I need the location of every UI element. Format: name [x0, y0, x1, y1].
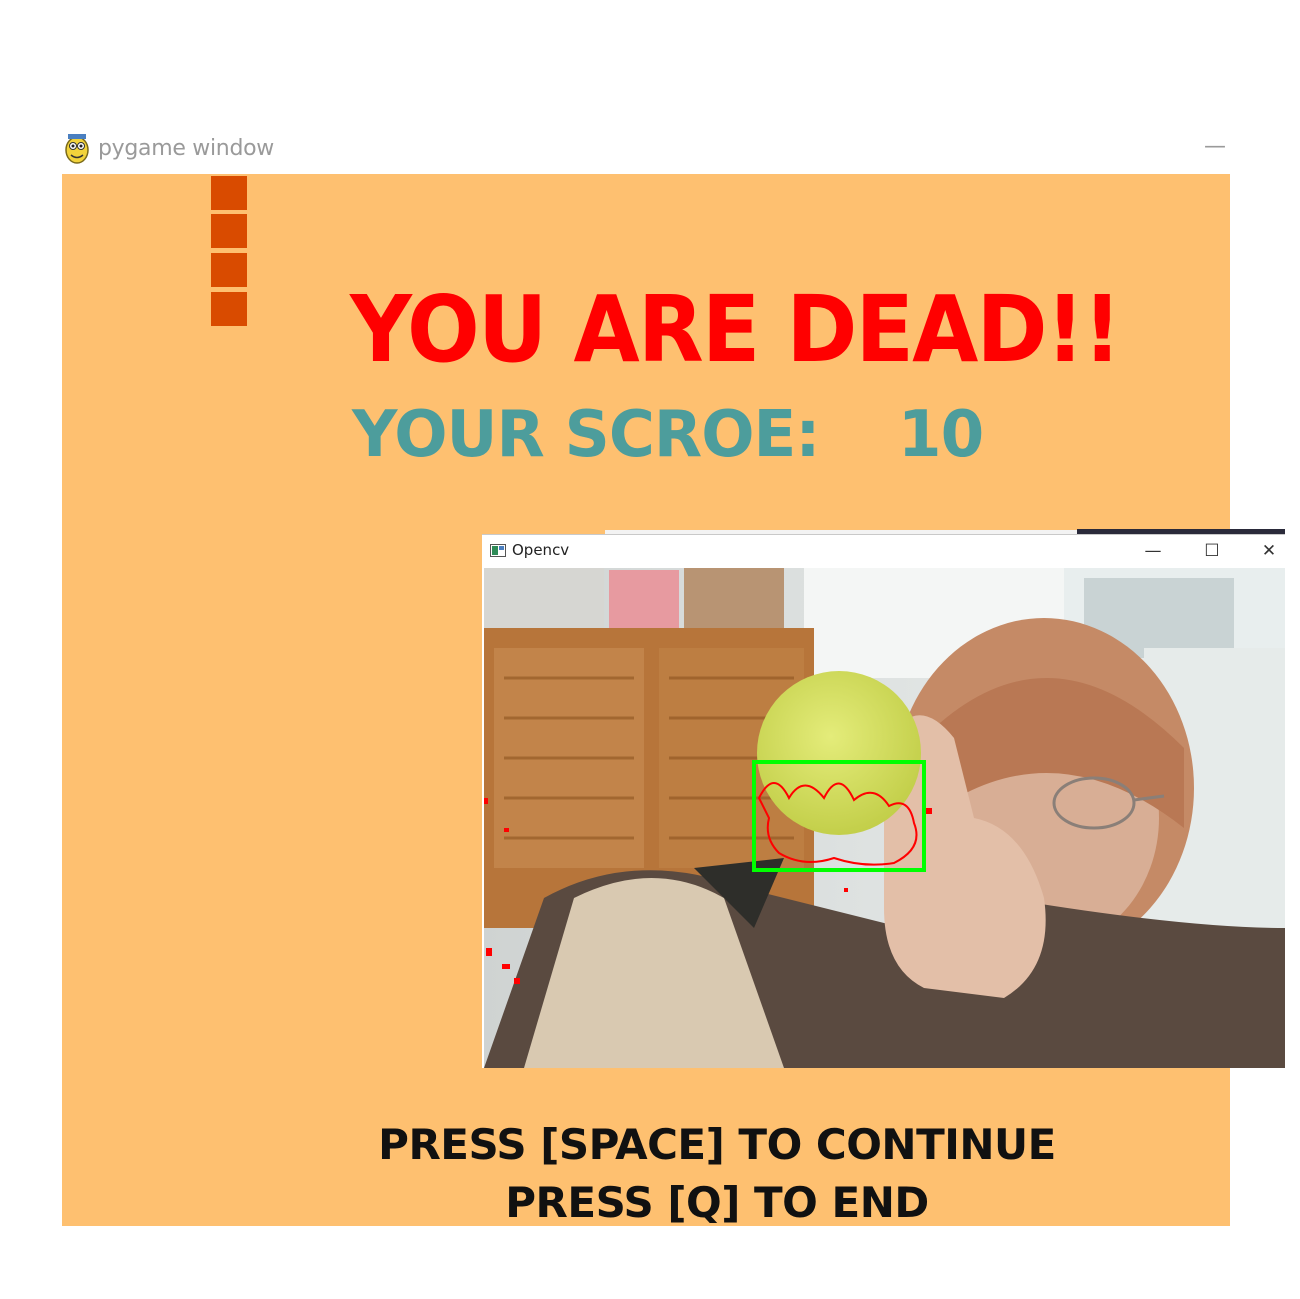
score-value: 10 — [897, 398, 984, 472]
opencv-titlebar[interactable]: Opencv — ☐ ✕ — [482, 535, 1285, 567]
pygame-titlebar[interactable]: pygame window — — [62, 128, 1230, 174]
continue-prompt: PRESS [SPACE] TO CONTINUE — [378, 1120, 1056, 1169]
opencv-minimize-button[interactable]: — — [1130, 537, 1176, 565]
webcam-frame — [484, 568, 1285, 1068]
game-over-message: YOU ARE DEAD!! — [350, 276, 1122, 383]
opencv-window[interactable]: Opencv — ☐ ✕ — [482, 534, 1285, 1068]
pygame-snake-icon — [65, 134, 89, 164]
score-label: YOUR SCROE: — [352, 398, 821, 472]
snake-segment — [211, 253, 247, 287]
webcam-image — [484, 568, 1285, 1068]
opencv-window-title: Opencv — [512, 541, 570, 559]
opencv-close-button[interactable]: ✕ — [1246, 537, 1292, 565]
end-prompt: PRESS [Q] TO END — [505, 1178, 929, 1227]
pygame-minimize-button[interactable]: — — [1204, 134, 1226, 159]
opencv-maximize-button[interactable]: ☐ — [1189, 537, 1235, 565]
score-display: YOUR SCROE: 10 — [352, 398, 984, 472]
snake-segment — [211, 214, 247, 248]
snake-segment — [211, 292, 247, 326]
snake-segment — [211, 176, 247, 210]
opencv-window-icon — [490, 544, 506, 557]
pygame-window-title: pygame window — [98, 136, 274, 161]
